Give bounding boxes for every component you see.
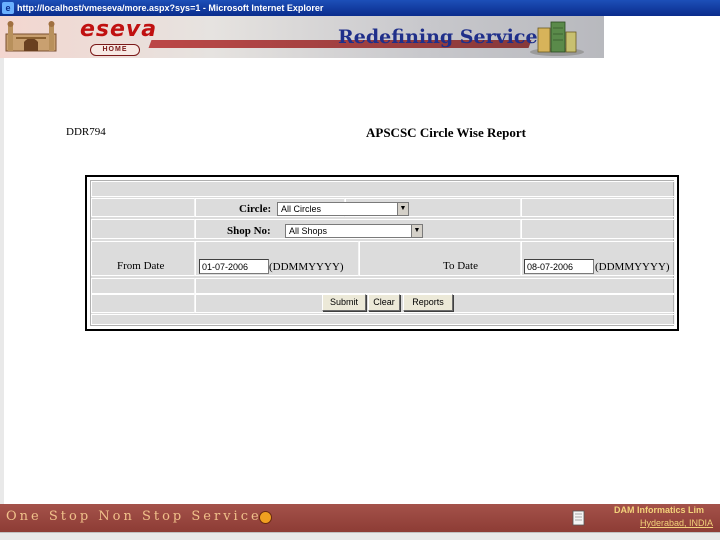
from-date-input[interactable] [199,259,269,274]
reports-button[interactable]: Reports [403,294,453,311]
to-date-input[interactable] [524,259,594,274]
shop-no-select[interactable]: All Shops ▼ [285,224,423,238]
status-bar [0,532,720,540]
footer-city: Hyderabad, INDIA [640,518,714,528]
window-left-edge [0,58,4,504]
page-footer: One Stop Non Stop Service DAM Informatic… [0,504,720,532]
report-code: DDR794 [66,126,106,138]
grid-cell [91,278,195,294]
grid-cell [195,278,675,294]
grid-cell [91,198,195,217]
circle-select[interactable]: All Circles ▼ [277,202,409,216]
header-banner: eseva HOME Redefining Service [0,16,604,58]
footer-slogan: One Stop Non Stop Service [6,509,262,524]
panel-body: Circle: All Circles ▼ Shop No: All Shops… [90,180,675,326]
tagline: Redefining Service [338,26,538,48]
chevron-down-icon[interactable]: ▼ [397,203,408,215]
circle-select-value: All Circles [281,204,322,214]
submit-button[interactable]: Submit [322,294,366,311]
internet-explorer-icon: e [2,2,14,14]
chevron-down-icon[interactable]: ▼ [411,225,422,237]
footer-company: DAM Informatics Lim [614,505,705,515]
window-title-bar: e http://localhost/vmeseva/more.aspx?sys=… [0,0,720,16]
document-hand-icon [572,510,585,526]
grid-cell [359,241,521,276]
sun-emblem-icon [259,511,272,524]
grid-row-bottom [91,314,675,325]
shop-no-select-value: All Shops [289,226,328,236]
report-title: APSCSC Circle Wise Report [366,125,526,140]
charminar-logo-icon [5,21,57,52]
eseva-brand-logo: eseva [80,17,158,42]
grid-cell [521,198,675,217]
to-date-label: To Date [443,260,478,272]
from-date-format-hint: (DDMMYYYY) [269,261,344,273]
circle-label: Circle: [239,203,272,215]
building-logo-icon [530,21,584,56]
grid-cell [91,219,195,239]
shop-no-label: Shop No: [227,225,271,237]
clear-button[interactable]: Clear [368,294,400,311]
grid-cell [521,219,675,239]
grid-cell [91,294,195,313]
home-button[interactable]: HOME [90,44,140,56]
grid-row-top [91,181,675,197]
to-date-format-hint: (DDMMYYYY) [595,261,670,273]
report-filter-panel: Circle: All Circles ▼ Shop No: All Shops… [85,175,679,331]
window-title: http://localhost/vmeseva/more.aspx?sys=1… [17,3,324,13]
from-date-label: From Date [117,260,165,272]
